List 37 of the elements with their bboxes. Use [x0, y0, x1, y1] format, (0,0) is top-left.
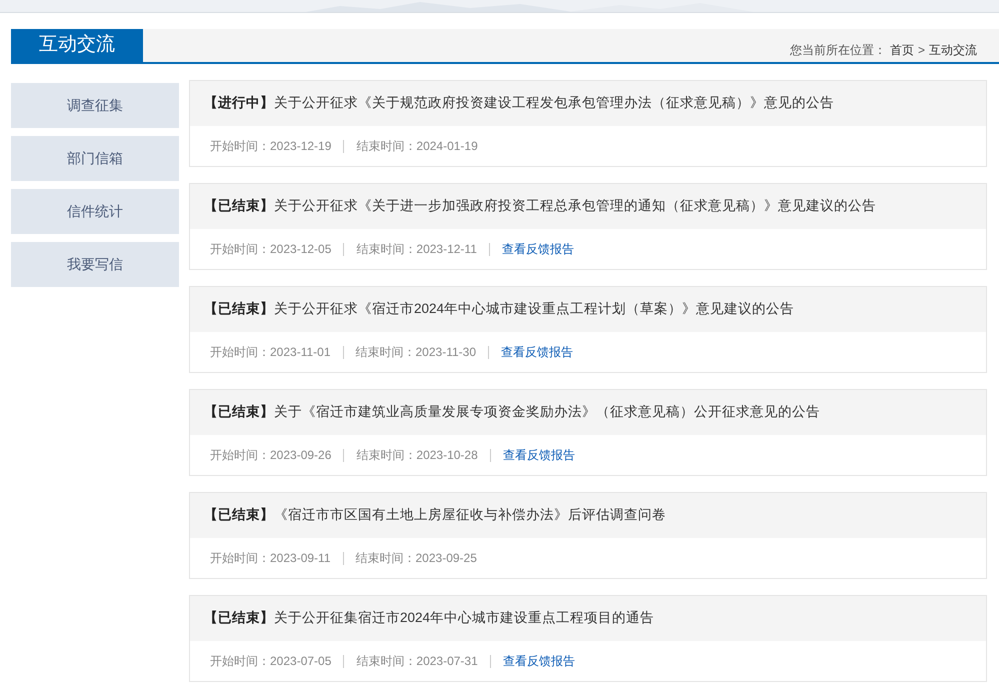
status-label: 【已结束】	[204, 300, 274, 318]
notice-title[interactable]: 关于公开征求《关于规范政府投资建设工程发包承包管理办法（征求意见稿）》意见的公告	[274, 93, 834, 114]
section-title: 互动交流	[11, 29, 143, 62]
notice-title[interactable]: 关于公开征集宿迁市2024年中心城市建设重点工程项目的通告	[274, 608, 654, 629]
notice-title[interactable]: 关于公开征求《宿迁市2024年中心城市建设重点工程计划（草案）》意见建议的公告	[274, 299, 794, 320]
sidebar-item[interactable]: 部门信箱	[11, 136, 179, 181]
sidebar-item[interactable]: 信件统计	[11, 189, 179, 234]
end-time: 结束时间：2023-09-25	[356, 550, 477, 567]
start-time: 开始时间：2023-07-05	[210, 653, 332, 670]
sidebar-item[interactable]: 我要写信	[11, 242, 179, 287]
end-time: 结束时间：2023-10-28	[356, 447, 478, 464]
feedback-report-link[interactable]: 查看反馈报告	[502, 446, 575, 464]
end-time: 结束时间：2023-07-31	[356, 653, 478, 670]
start-time: 开始时间：2023-09-11	[210, 550, 330, 567]
breadcrumb-separator: >	[918, 42, 925, 58]
feedback-report-link[interactable]: 查看反馈报告	[501, 343, 573, 361]
end-time: 结束时间：2024-01-19	[356, 138, 478, 155]
start-time: 开始时间：2023-12-05	[210, 241, 332, 258]
end-time: 结束时间：2023-12-11	[356, 241, 477, 258]
feedback-report-link[interactable]: 查看反馈报告	[502, 652, 575, 670]
breadcrumb-label: 您当前所在位置：	[790, 42, 886, 58]
sidebar-item[interactable]: 调查征集	[11, 83, 179, 128]
notice-title[interactable]: 《宿迁市市区国有土地上房屋征收与补偿办法》后评估调查问卷	[274, 505, 666, 526]
start-time: 开始时间：2023-09-26	[210, 447, 332, 464]
breadcrumb-link[interactable]: 首页	[890, 40, 914, 58]
status-label: 【已结束】	[204, 609, 274, 628]
start-time: 开始时间：2023-11-01	[210, 344, 330, 361]
status-label: 【进行中】	[204, 94, 274, 112]
status-label: 【已结束】	[204, 197, 274, 216]
start-time: 开始时间：2023-12-19	[210, 138, 332, 155]
status-label: 【已结束】	[204, 506, 274, 524]
notice-title[interactable]: 关于公开征求《关于进一步加强政府投资工程总承包管理的通知（征求意见稿）》意见建议的公告	[274, 196, 876, 217]
feedback-report-link[interactable]: 查看反馈报告	[502, 240, 574, 258]
status-label: 【已结束】	[204, 403, 274, 422]
notice-title[interactable]: 关于《宿迁市建筑业高质量发展专项资金奖励办法》（征求意见稿）公开征求意见的公告	[274, 402, 820, 423]
breadcrumb-link[interactable]: 互动交流	[929, 40, 977, 58]
end-time: 结束时间：2023-11-30	[356, 344, 476, 361]
